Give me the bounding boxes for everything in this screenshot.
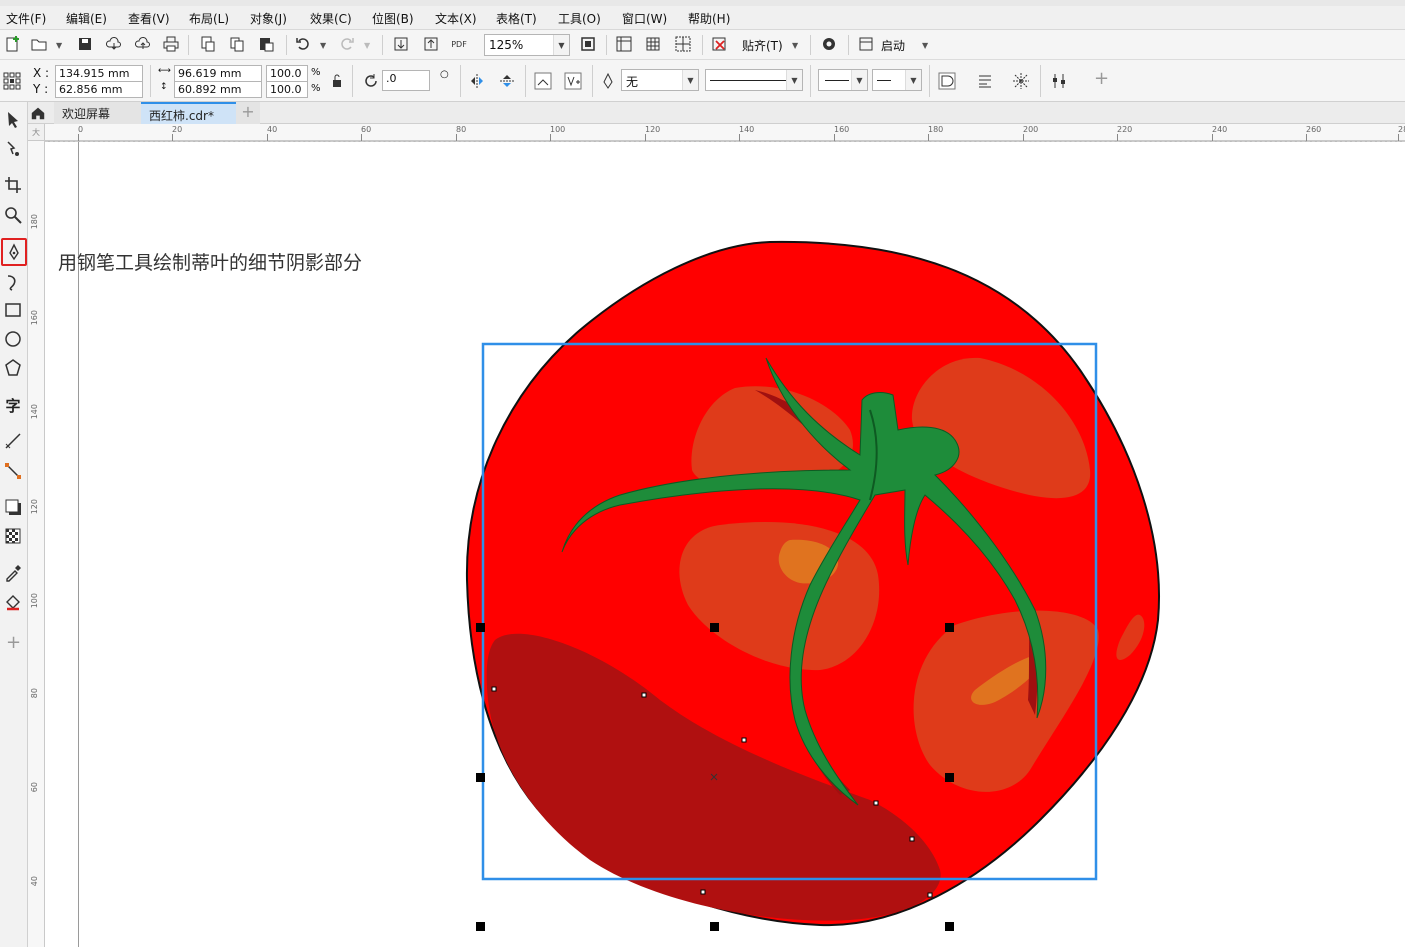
node — [873, 800, 879, 806]
handle — [710, 922, 719, 931]
handle — [945, 922, 954, 931]
handle — [476, 773, 485, 782]
node — [909, 836, 915, 842]
node — [641, 692, 647, 698]
handle — [945, 773, 954, 782]
handle — [710, 623, 719, 632]
handle — [476, 623, 485, 632]
handle — [476, 922, 485, 931]
node — [741, 737, 747, 743]
node — [927, 892, 933, 898]
tomato-artwork[interactable] — [0, 0, 1405, 947]
node — [700, 889, 706, 895]
handle — [945, 623, 954, 632]
node — [491, 686, 497, 692]
